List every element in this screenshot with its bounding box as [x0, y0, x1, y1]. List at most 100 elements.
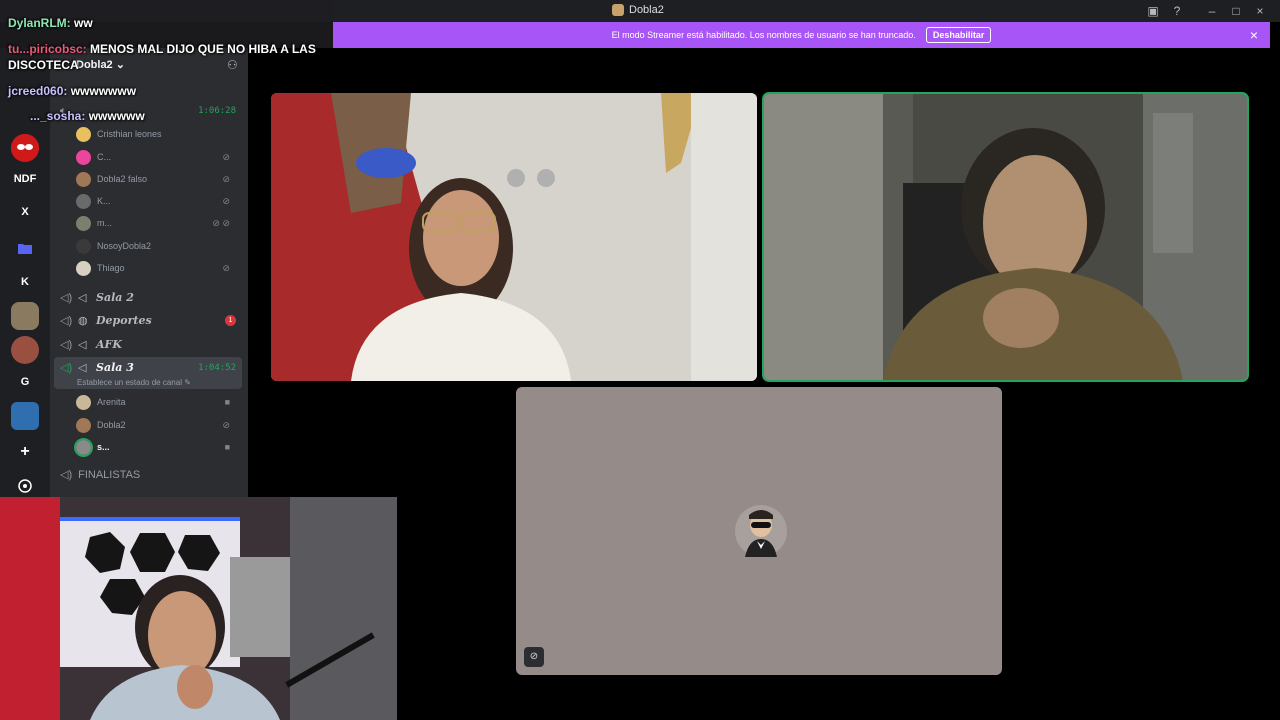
speaker-icon: ◁)	[60, 291, 73, 304]
channel-timer: 1:06:28	[198, 106, 236, 116]
avatar	[76, 215, 91, 231]
maximize-button[interactable]: □	[1228, 3, 1244, 19]
video-tile-1[interactable]	[271, 93, 757, 381]
window-title: Dobla2	[612, 4, 664, 16]
speaker-icon: ◁	[78, 291, 87, 304]
server-avatar-2[interactable]	[11, 336, 39, 364]
disable-streamer-button[interactable]: Deshabilitar	[925, 27, 992, 43]
server-ndf-label: NDF	[13, 173, 37, 185]
add-member-icon[interactable]: ⚇	[227, 58, 238, 72]
avatar	[74, 437, 93, 457]
user-name: Dobla2 falso	[97, 174, 148, 184]
channel-timer: 1:04:52	[198, 363, 236, 373]
chat-text: wwwwww	[88, 109, 145, 123]
chat-message: tu...piricobsc: MENOS MAL DIJO QUE NO HI…	[8, 42, 316, 56]
mic-muted-icon: ⊘	[222, 262, 230, 273]
discord-window: Dobla2 ▣ ? – □ × El modo Streamer está h…	[0, 0, 1280, 720]
explore-icon[interactable]	[11, 472, 39, 500]
mic-muted-icon: ⊘	[222, 419, 230, 430]
channel-status[interactable]: Establece un estado de canal ✎	[77, 378, 191, 387]
avatar	[76, 394, 91, 410]
chat-message: jcreed060: wwwwwww	[8, 84, 136, 98]
voice-channel-afk[interactable]: ◁) ◁ AFK	[54, 333, 242, 355]
user-name: s...	[97, 442, 110, 452]
speaker-active-icon: ◁)	[60, 362, 73, 374]
user-name: Arenita	[97, 397, 126, 407]
voice-user[interactable]: C... ⊘	[76, 147, 238, 167]
server-x-label: X	[21, 206, 29, 218]
facecam-video	[0, 497, 397, 720]
voice-user[interactable]: m... ⊘ ⊘	[76, 213, 238, 233]
avatar	[76, 193, 91, 209]
deafened-icon: ⊘ ⊘	[212, 217, 230, 228]
minimize-button[interactable]: –	[1204, 3, 1220, 19]
speaker-icon: ◁	[78, 338, 87, 351]
notification-badge: 1	[225, 314, 236, 326]
user-name: C...	[97, 152, 112, 162]
video-tile-2[interactable]	[762, 92, 1249, 382]
camera-icon: ■	[224, 397, 230, 407]
banner-message: El modo Streamer está habilitado. Los no…	[611, 30, 916, 40]
participant-video-2	[763, 93, 1248, 381]
voice-channel-finalistas[interactable]: ◁) FINALISTAS	[60, 468, 141, 482]
camera-icon: ■	[224, 442, 230, 452]
server-spiderman-icon[interactable]	[11, 134, 39, 162]
chat-text: ww	[74, 16, 93, 30]
voice-user[interactable]: Dobla2 falso ⊘	[76, 169, 238, 189]
screen-share-icon[interactable]: ▣	[1145, 3, 1161, 19]
avatar	[76, 260, 91, 276]
chat-message: ..._sosha: wwwwww	[30, 109, 145, 123]
voice-user[interactable]: K... ⊘	[76, 191, 238, 211]
chat-username: ..._sosha:	[30, 109, 86, 123]
avatar	[76, 126, 91, 142]
server-name-text: Dobla2	[76, 59, 113, 71]
window-title-text: Dobla2	[629, 4, 664, 16]
voice-user[interactable]: Arenita ■	[76, 392, 238, 412]
folder-icon[interactable]	[11, 234, 39, 262]
mic-muted-icon: ⊘	[222, 195, 230, 206]
server-icon	[612, 4, 624, 16]
server-avatar-1[interactable]	[11, 302, 39, 330]
channel-name: Deportes	[96, 313, 152, 327]
user-name: NosoyDobla2	[97, 241, 152, 251]
chat-text: DISCOTECA	[8, 58, 79, 72]
voice-user[interactable]: Cristhian leones	[76, 124, 238, 144]
server-name[interactable]: Dobla2 ⌄	[76, 58, 125, 71]
video-tile-3[interactable]: ⊘	[516, 387, 1002, 675]
close-button[interactable]: ×	[1252, 3, 1268, 19]
server-k[interactable]: K	[11, 268, 39, 296]
server-ndf[interactable]: NDF	[11, 165, 39, 193]
server-avatar-3[interactable]	[11, 402, 39, 430]
speaker-icon: ◁)	[60, 469, 73, 481]
speaker-icon: ◁)	[60, 314, 73, 327]
help-icon[interactable]: ?	[1169, 3, 1185, 19]
server-g[interactable]: G	[11, 368, 39, 396]
voice-channel-deportes[interactable]: ◁) ◍ Deportes 1	[54, 309, 242, 331]
channel-name: Sala 3	[96, 361, 134, 374]
avatar	[76, 171, 91, 187]
voice-user[interactable]: s... ■	[74, 437, 238, 457]
participant-avatar	[735, 505, 787, 557]
server-k-label: K	[21, 276, 29, 288]
voice-user[interactable]: Dobla2 ⊘	[76, 415, 238, 435]
server-x[interactable]: X	[11, 198, 39, 226]
user-name: Thiago	[97, 263, 125, 273]
user-name: K...	[97, 196, 111, 206]
add-server-icon[interactable]: +	[11, 438, 39, 466]
chat-message: DylanRLM: ww	[8, 16, 93, 30]
avatar	[76, 238, 91, 254]
participant-video-1	[271, 93, 757, 381]
mic-muted-icon[interactable]: ⊘	[524, 647, 544, 667]
chat-message-cont: DISCOTECA	[8, 58, 79, 72]
chat-username: jcreed060:	[8, 84, 68, 98]
voice-user[interactable]: Thiago ⊘	[76, 258, 238, 278]
pencil-icon: ✎	[184, 378, 191, 387]
channel-name: FINALISTAS	[78, 468, 141, 481]
chat-username: tu...piricobsc:	[8, 42, 87, 56]
voice-user[interactable]: NosoyDobla2	[76, 236, 238, 256]
voice-channel-sala-2[interactable]: ◁) ◁ Sala 2	[54, 286, 242, 308]
close-banner-icon[interactable]: ×	[1250, 27, 1258, 43]
mic-muted-icon: ⊘	[222, 151, 230, 162]
mic-muted-icon: ⊘	[222, 173, 230, 184]
chat-text: MENOS MAL DIJO QUE NO HIBA A LAS	[90, 42, 316, 56]
